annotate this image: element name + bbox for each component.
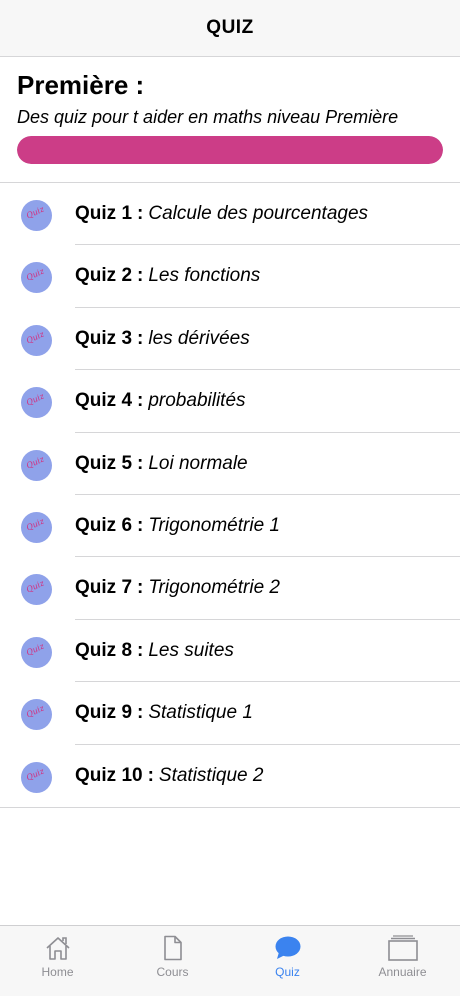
tab-label: Annuaire <box>378 965 427 979</box>
tab-cours[interactable]: Cours <box>115 926 230 996</box>
quiz-badge-label: Quiz <box>25 578 46 595</box>
quiz-badge-icon: Quiz <box>21 324 52 356</box>
document-icon <box>163 935 182 961</box>
quiz-badge-icon: Quiz <box>21 761 52 793</box>
quiz-list: Quiz Quiz 1: Calcule des pourcentages Quiz Q… <box>0 182 460 808</box>
quiz-separator: : <box>137 639 144 661</box>
home-icon <box>45 937 70 960</box>
quiz-number: Quiz 8 <box>75 639 133 661</box>
progress-bar <box>17 136 443 164</box>
quiz-topic: les dérivées <box>148 327 250 349</box>
app-screen: QUIZ Première : Des quiz pour t aider en… <box>0 0 460 996</box>
speech-bubble-icon <box>275 936 300 959</box>
quiz-separator: : <box>137 702 144 724</box>
quiz-number: Quiz 4 <box>75 390 133 412</box>
page-title: QUIZ <box>206 17 254 38</box>
quiz-row-text: Quiz 9: Statistique 1 <box>75 682 253 744</box>
quiz-separator: : <box>137 514 144 536</box>
quiz-separator: : <box>137 452 144 474</box>
level-subtitle: Des quiz pour t aider en maths niveau Pr… <box>17 107 399 127</box>
quiz-row[interactable]: Quiz Quiz 1: Calcule des pourcentages <box>0 183 460 246</box>
level-title: Première : <box>17 70 145 100</box>
quiz-separator: : <box>137 203 144 224</box>
tab-quiz[interactable]: Quiz <box>230 926 345 996</box>
quiz-badge-icon: Quiz <box>21 262 52 294</box>
quiz-number: Quiz 1 <box>75 203 133 224</box>
quiz-row[interactable]: Quiz Quiz 10: Statistique 2 <box>0 745 460 807</box>
quiz-badge-label: Quiz <box>25 391 46 408</box>
quiz-row-text: Quiz 4: probabilités <box>75 370 246 432</box>
quiz-separator: : <box>147 764 154 786</box>
quiz-badge-label: Quiz <box>25 454 46 471</box>
quiz-separator: : <box>137 390 144 412</box>
quiz-row[interactable]: Quiz Quiz 5: Loi normale <box>0 433 460 495</box>
quiz-badge-icon: Quiz <box>21 200 52 231</box>
quiz-badge-icon: Quiz <box>21 387 52 419</box>
quiz-number: Quiz 3 <box>75 327 133 349</box>
quiz-row[interactable]: Quiz Quiz 8: Les suites <box>0 620 460 683</box>
quiz-badge-label: Quiz <box>25 266 46 283</box>
quiz-number: Quiz 6 <box>75 514 133 536</box>
quiz-row[interactable]: Quiz Quiz 3: les dérivées <box>0 308 460 371</box>
quiz-number: Quiz 10 <box>75 764 143 786</box>
quiz-badge-icon: Quiz <box>21 511 52 543</box>
quiz-row[interactable]: Quiz Quiz 9: Statistique 1 <box>0 682 460 745</box>
quiz-badge-label: Quiz <box>25 766 46 782</box>
quiz-topic: Les fonctions <box>148 265 261 287</box>
navigation-bar: QUIZ <box>0 0 460 57</box>
stacked-cards-icon <box>387 935 418 961</box>
quiz-row-text: Quiz 10: Statistique 2 <box>75 745 263 807</box>
tab-label: Home <box>41 965 74 979</box>
quiz-badge-icon: Quiz <box>21 574 52 606</box>
tab-home[interactable]: Home <box>0 926 115 996</box>
quiz-badge-label: Quiz <box>25 329 46 346</box>
quiz-separator: : <box>137 265 144 287</box>
quiz-separator: : <box>137 327 144 349</box>
quiz-row-text: Quiz 6: Trigonométrie 1 <box>75 495 280 557</box>
quiz-badge-icon: Quiz <box>21 636 52 668</box>
quiz-row-text: Quiz 3: les dérivées <box>75 308 250 370</box>
quiz-topic: Trigonométrie 2 <box>148 577 280 599</box>
tab-label: Quiz <box>275 965 300 979</box>
quiz-separator: : <box>137 577 144 599</box>
quiz-topic: Loi normale <box>148 452 248 474</box>
quiz-badge-label: Quiz <box>25 641 46 658</box>
level-header: Première : Des quiz pour t aider en math… <box>17 70 443 164</box>
quiz-row-text: Quiz 1: Calcule des pourcentages <box>75 183 368 245</box>
quiz-topic: Calcule des pourcentages <box>148 203 369 224</box>
quiz-badge-label: Quiz <box>25 516 46 533</box>
quiz-topic: Les suites <box>148 639 234 661</box>
quiz-row-text: Quiz 5: Loi normale <box>75 433 248 495</box>
quiz-topic: Statistique 1 <box>148 702 253 724</box>
tab-label: Cours <box>156 965 189 979</box>
quiz-row-text: Quiz 8: Les suites <box>75 620 234 682</box>
quiz-topic: probabilités <box>148 390 246 412</box>
quiz-badge-label: Quiz <box>25 204 46 221</box>
quiz-badge-label: Quiz <box>25 703 46 720</box>
quiz-number: Quiz 7 <box>75 577 133 599</box>
tab-bar: Home Cours Quiz Annuaire <box>0 925 460 996</box>
quiz-badge-icon: Quiz <box>21 699 52 731</box>
quiz-number: Quiz 2 <box>75 265 133 287</box>
quiz-row-text: Quiz 2: Les fonctions <box>75 245 260 307</box>
progress-bar-fill <box>17 136 443 164</box>
quiz-row[interactable]: Quiz Quiz 4: probabilités <box>0 370 460 433</box>
tab-annuaire[interactable]: Annuaire <box>345 926 460 996</box>
quiz-topic: Trigonométrie 1 <box>148 514 280 536</box>
quiz-topic: Statistique 2 <box>158 764 264 786</box>
quiz-number: Quiz 9 <box>75 702 133 724</box>
quiz-number: Quiz 5 <box>75 452 133 474</box>
quiz-badge-icon: Quiz <box>21 449 52 481</box>
quiz-row[interactable]: Quiz Quiz 7: Trigonométrie 2 <box>0 557 460 620</box>
quiz-row[interactable]: Quiz Quiz 6: Trigonométrie 1 <box>0 495 460 558</box>
quiz-row[interactable]: Quiz Quiz 2: Les fonctions <box>0 245 460 308</box>
quiz-row-text: Quiz 7: Trigonométrie 2 <box>75 557 280 619</box>
